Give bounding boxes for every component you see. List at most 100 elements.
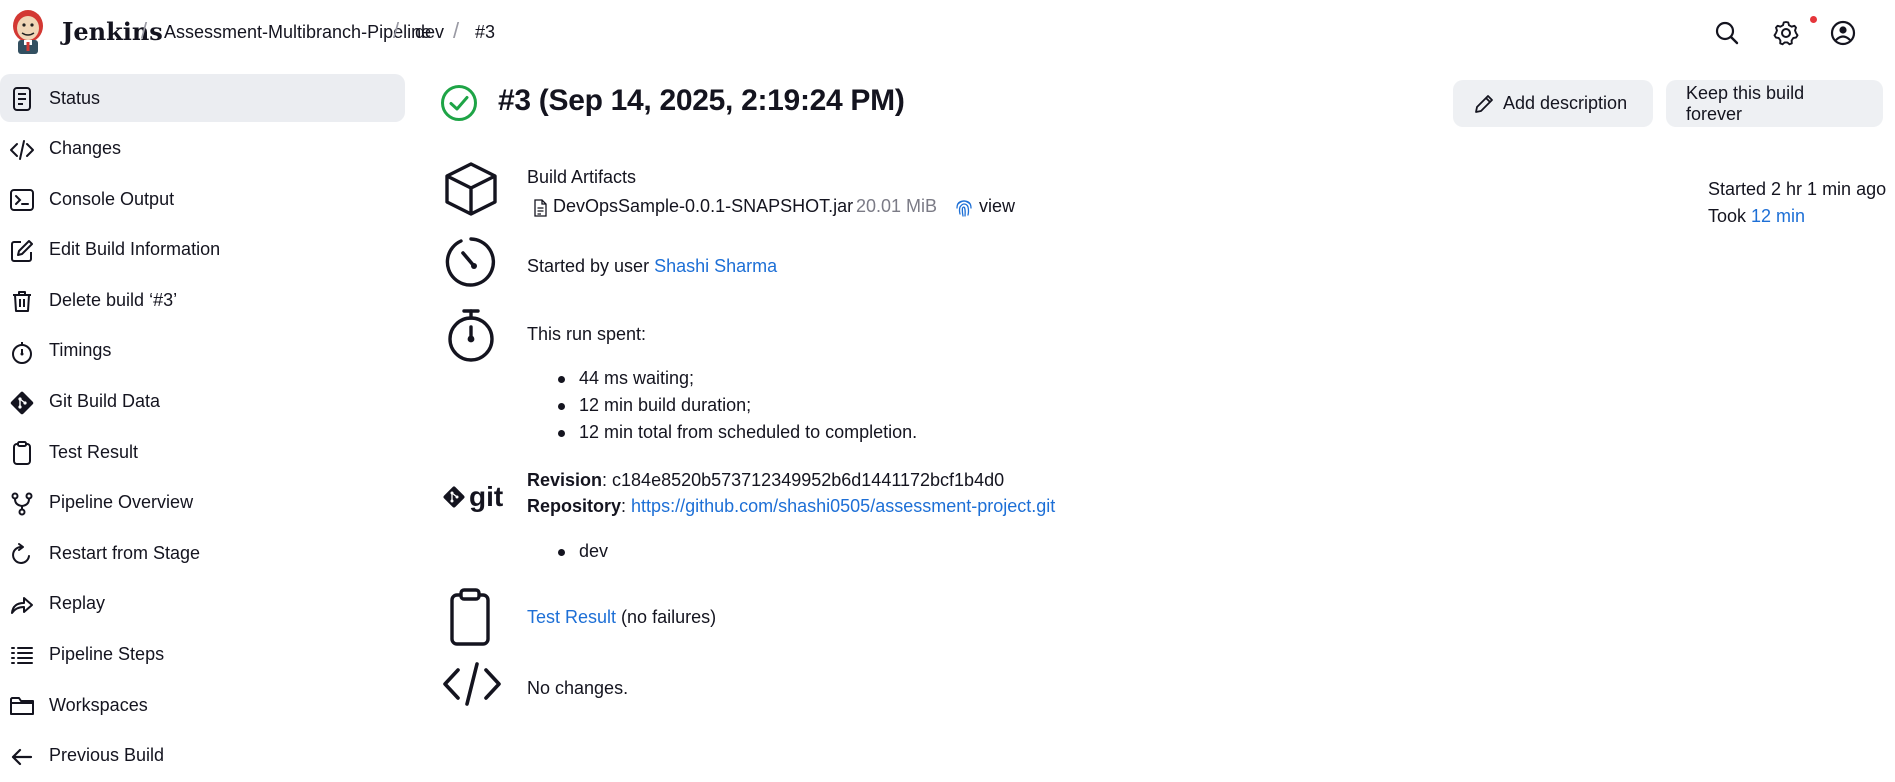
sidebar: Status Changes Console Output Edit Build…	[0, 74, 405, 782]
breadcrumb-separator: /	[141, 18, 148, 43]
list-item: 12 min build duration;	[555, 392, 917, 419]
sidebar-item-workspaces[interactable]: Workspaces	[0, 681, 405, 729]
user-link[interactable]: Shashi Sharma	[654, 256, 777, 276]
pipeline-icon	[11, 492, 33, 516]
add-description-label: Add description	[1503, 93, 1628, 113]
sidebar-item-label: Changes	[49, 138, 122, 159]
sidebar-item-label: Git Build Data	[49, 391, 161, 412]
success-check-icon	[441, 85, 477, 121]
add-description-button[interactable]: Add description	[1453, 80, 1653, 127]
sidebar-item-changes[interactable]: Changes	[0, 125, 405, 173]
page-title: #3 (Sep 14, 2025, 2:19:24 PM)	[498, 84, 905, 117]
sidebar-item-label: Pipeline Overview	[49, 492, 194, 513]
arrow-left-icon	[11, 748, 33, 765]
code-icon	[443, 662, 501, 706]
list-item: 44 ms waiting;	[555, 365, 917, 392]
pencil-icon	[1475, 94, 1493, 113]
build-timing-info: Started 2 hr 1 min ago Took 12 min	[1708, 176, 1886, 230]
sidebar-item-console-output[interactable]: Console Output	[0, 175, 405, 223]
sidebar-item-previous-build[interactable]: Previous Build	[0, 732, 405, 780]
keep-build-forever-label: Keep this build forever	[1686, 82, 1805, 124]
sidebar-item-label: Restart from Stage	[49, 542, 201, 563]
revision-hash: : c184e8520b573712349952b6d1441172bcf1b4…	[602, 470, 1005, 490]
list-item: dev	[555, 538, 608, 565]
sidebar-item-edit-build-information[interactable]: Edit Build Information	[0, 226, 405, 274]
repository-separator: :	[621, 496, 632, 516]
no-changes-text: No changes.	[527, 678, 629, 698]
sidebar-item-label: Workspaces	[49, 694, 148, 715]
notification-dot	[1810, 16, 1817, 23]
sidebar-item-timings[interactable]: Timings	[0, 327, 405, 375]
sidebar-item-status[interactable]: Status	[0, 74, 405, 122]
took-prefix: Took	[1708, 206, 1752, 226]
git-logo-text: git	[469, 481, 504, 512]
breadcrumb-separator: /	[393, 18, 400, 43]
jenkins-logo[interactable]	[10, 8, 46, 56]
sidebar-item-label: Edit Build Information	[49, 239, 221, 260]
breadcrumb-branch[interactable]: dev	[415, 22, 444, 43]
fingerprint-view-link[interactable]: view	[979, 196, 1015, 217]
sidebar-item-label: Timings	[49, 340, 112, 361]
took-line: Took 12 min	[1708, 203, 1886, 230]
build-duration-link[interactable]: 12 min	[1751, 206, 1805, 226]
clipboard-icon	[13, 441, 31, 466]
code-icon	[10, 139, 34, 160]
sidebar-item-restart-from-stage[interactable]: Restart from Stage	[0, 529, 405, 577]
user-icon[interactable]	[1828, 18, 1858, 48]
brand-name[interactable]: Jenkins	[62, 17, 163, 46]
list-icon	[11, 646, 33, 664]
stopwatch-icon	[448, 309, 494, 362]
started-by-prefix: Started by user	[527, 256, 655, 276]
sidebar-item-pipeline-overview[interactable]: Pipeline Overview	[0, 479, 405, 527]
top-header: Jenkins / Assessment-Multibranch-Pipelin…	[0, 0, 1895, 66]
search-icon[interactable]	[1712, 18, 1742, 48]
build-artifacts-link[interactable]: Build Artifacts	[527, 167, 636, 188]
clipboard-icon	[450, 588, 490, 646]
revision-line: Revision: c184e8520b573712349952b6d14411…	[527, 470, 1004, 491]
repository-label: Repository	[527, 496, 622, 516]
folder-icon	[10, 697, 34, 716]
sidebar-item-test-result[interactable]: Test Result	[0, 428, 405, 476]
breadcrumb-pipeline[interactable]: Assessment-Multibranch-Pipeline	[164, 22, 431, 43]
restart-icon	[12, 543, 30, 565]
run-spent-list: 44 ms waiting; 12 min build duration; 12…	[555, 365, 917, 446]
terminal-icon	[10, 189, 34, 212]
started-by-line: Started by user Shashi Sharma	[527, 256, 777, 277]
repository-line: Repository: https://github.com/shashi050…	[527, 496, 1055, 517]
sidebar-item-label: Replay	[49, 593, 106, 614]
sidebar-item-replay[interactable]: Replay	[0, 580, 405, 628]
git-logo: git	[442, 481, 506, 513]
sidebar-item-git-build-data[interactable]: Git Build Data	[0, 378, 405, 426]
artifact-file-link[interactable]: DevOpsSample-0.0.1-SNAPSHOT.jar	[553, 196, 853, 217]
keep-build-forever-button[interactable]: Keep this build forever	[1666, 80, 1883, 127]
test-result-summary: (no failures)	[616, 607, 717, 627]
test-result-line: Test Result (no failures)	[527, 607, 716, 628]
git-icon	[10, 391, 34, 414]
sidebar-item-label: Previous Build	[49, 745, 165, 766]
sidebar-item-label: Test Result	[49, 441, 139, 462]
fingerprint-icon[interactable]	[955, 198, 973, 218]
sidebar-item-label: Pipeline Steps	[49, 644, 165, 665]
revision-label: Revision	[527, 470, 603, 490]
artifact-size: 20.01 MiB	[856, 196, 938, 216]
gauge-icon	[445, 237, 496, 287]
repository-link[interactable]: https://github.com/shashi0505/assessment…	[631, 496, 1055, 516]
list-item: 12 min total from scheduled to completio…	[555, 419, 917, 446]
replay-icon	[11, 596, 33, 614]
package-icon	[445, 162, 497, 216]
sidebar-item-label: Delete build ‘#3’	[49, 289, 178, 310]
started-ago: Started 2 hr 1 min ago	[1708, 179, 1887, 199]
sidebar-item-pipeline-steps[interactable]: Pipeline Steps	[0, 631, 405, 679]
sidebar-item-delete-build[interactable]: Delete build ‘#3’	[0, 276, 405, 324]
branch-list: dev	[555, 538, 608, 565]
breadcrumb-build[interactable]: #3	[475, 22, 495, 43]
test-result-link[interactable]: Test Result	[527, 607, 616, 627]
stopwatch-icon	[12, 341, 32, 364]
settings-icon[interactable]	[1771, 18, 1801, 48]
run-spent-heading: This run spent:	[527, 324, 647, 344]
breadcrumb-separator: /	[453, 18, 460, 43]
edit-icon	[11, 239, 33, 262]
file-icon	[534, 199, 547, 217]
git-icon	[443, 486, 465, 508]
trash-icon	[13, 291, 31, 313]
